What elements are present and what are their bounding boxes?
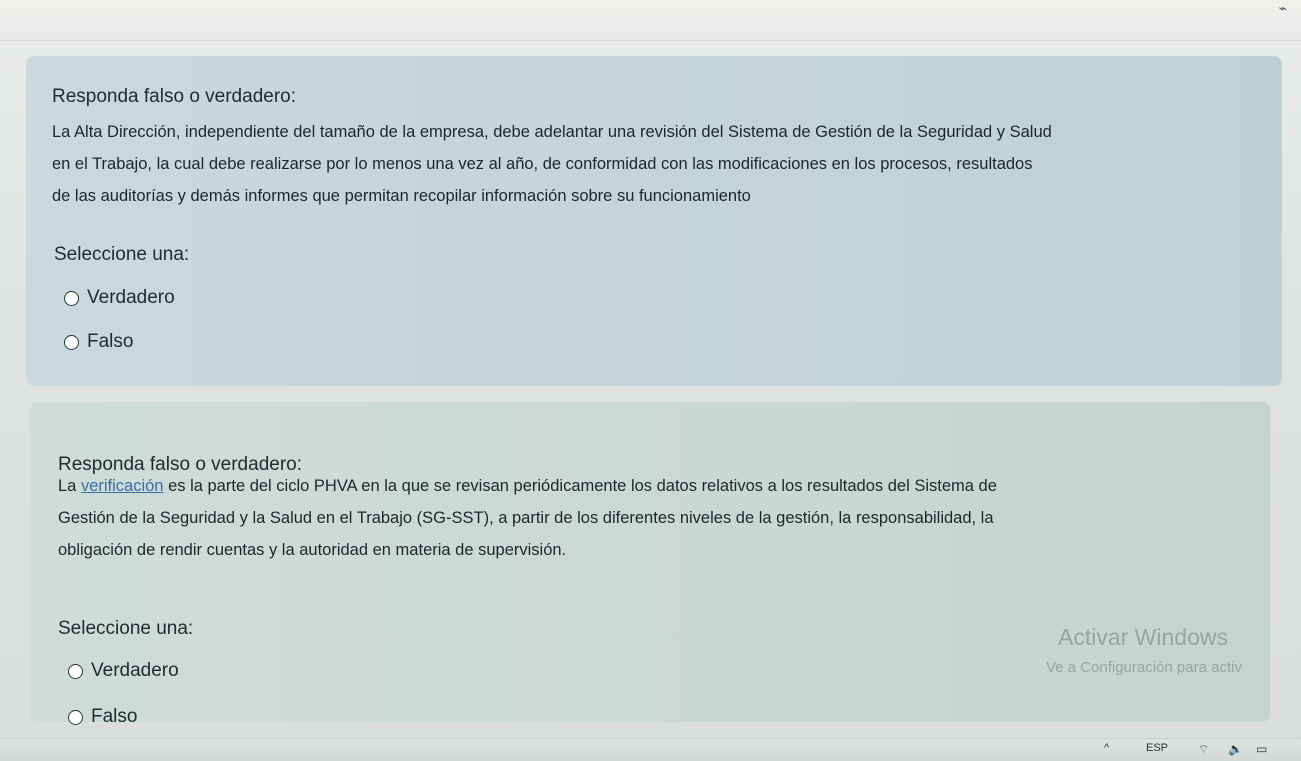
question-1-text-line: en el Trabajo, la cual debe realizarse p…	[52, 155, 1033, 173]
question-1-select-label: Seleccione una:	[54, 244, 190, 265]
volume-icon[interactable]: 🔈	[1228, 742, 1243, 756]
question-card-1: Responda falso o verdadero: La Alta Dire…	[26, 56, 1282, 386]
option-label: Falso	[91, 706, 138, 727]
question-1-option-falso[interactable]: Falso	[64, 331, 133, 353]
option-label: Verdadero	[87, 287, 175, 308]
question-2-option-verdadero[interactable]: Verdadero	[68, 660, 179, 682]
question-1-option-verdadero[interactable]: Verdadero	[64, 287, 175, 309]
browser-top-bar: ⌁	[0, 0, 1301, 41]
input-language-indicator[interactable]: ESP	[1146, 742, 1168, 754]
activate-windows-hint: Ve a Configuración para activ	[1046, 659, 1242, 676]
radio-button-icon[interactable]	[68, 663, 83, 679]
question-2-text-line: obligación de rendir cuentas y la autori…	[58, 541, 567, 559]
question-1-text: La Alta Dirección, independiente del tam…	[52, 116, 1052, 212]
activate-windows-watermark: Activar Windows	[1058, 624, 1228, 650]
question-1-title: Responda falso o verdadero:	[52, 86, 296, 107]
radio-button-icon[interactable]	[64, 334, 79, 350]
battery-icon[interactable]: ▭	[1256, 742, 1267, 756]
question-1-text-line: de las auditorías y demás informes que p…	[52, 187, 751, 205]
question-2-text-rest: es la parte del ciclo PHVA en la que se …	[163, 477, 997, 495]
question-1-text-line: La Alta Dirección, independiente del tam…	[52, 123, 1052, 141]
radio-button-icon[interactable]	[68, 709, 83, 725]
question-2-text-line: La verificación es la parte del ciclo PH…	[58, 470, 997, 502]
option-label: Verdadero	[91, 660, 179, 681]
back-arrow-icon[interactable]: ⌁	[1279, 0, 1287, 17]
verificacion-link[interactable]: verificación	[81, 477, 164, 495]
option-label: Falso	[87, 331, 134, 352]
taskbar: ^ ESP ⌔ 🔈 ▭	[0, 738, 1301, 761]
show-hidden-icons-chevron-icon[interactable]: ^	[1104, 742, 1109, 754]
question-2-text-prefix: La	[58, 477, 81, 495]
question-2-text-line: Gestión de la Seguridad y la Salud en el…	[58, 509, 994, 527]
wifi-icon[interactable]: ⌔	[1198, 742, 1209, 757]
question-2-text: La verificación es la parte del ciclo PH…	[58, 470, 997, 566]
question-2-select-label: Seleccione una:	[58, 618, 194, 639]
question-2-option-falso[interactable]: Falso	[68, 706, 137, 728]
radio-button-icon[interactable]	[64, 290, 79, 306]
